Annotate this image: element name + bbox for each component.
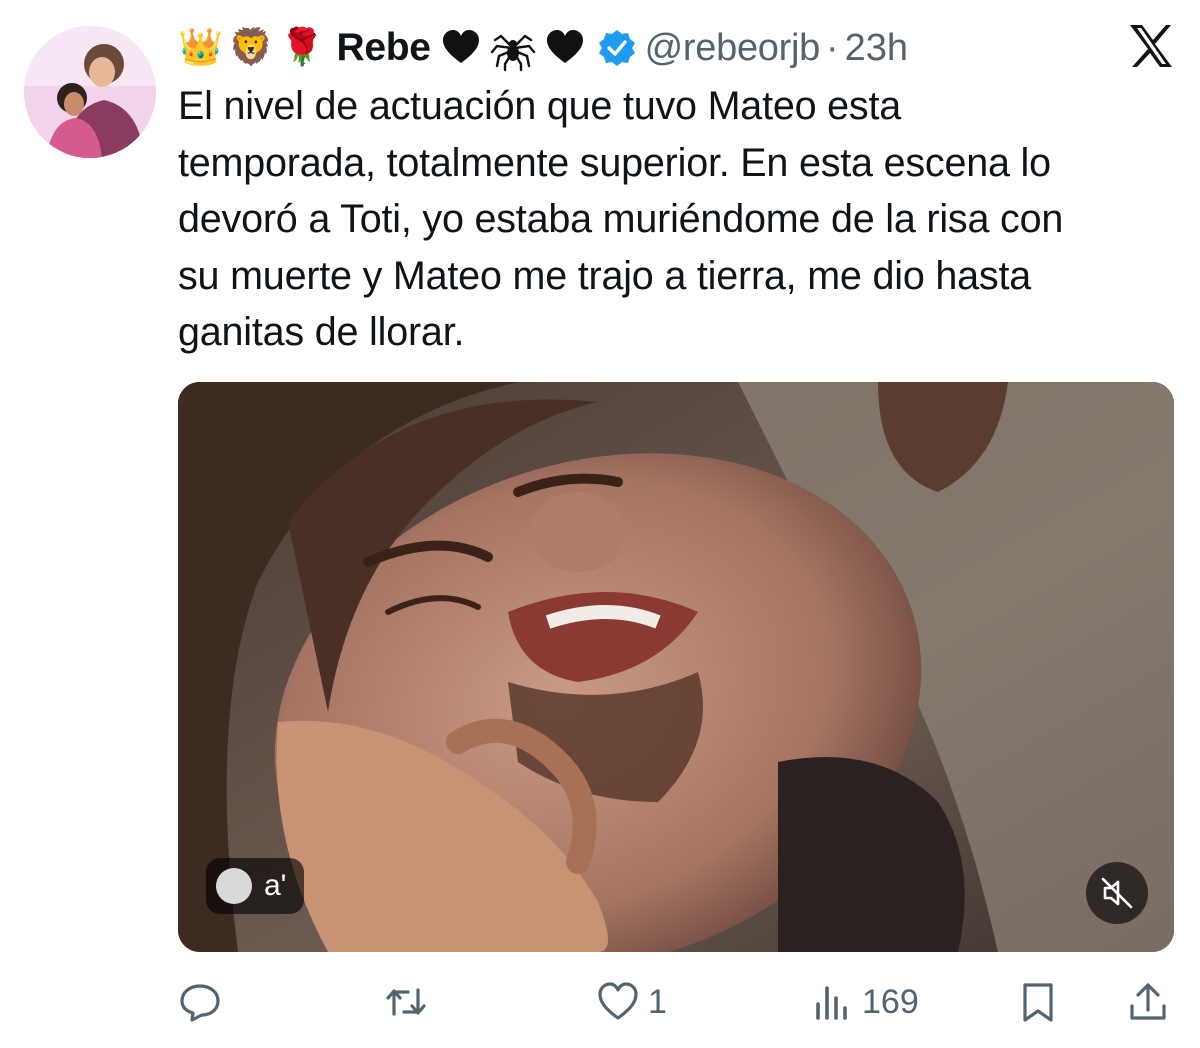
- video-source-badge[interactable]: a': [206, 858, 305, 914]
- reply-button[interactable]: [178, 974, 230, 1030]
- share-button[interactable]: [1126, 974, 1170, 1030]
- repost-icon: [386, 988, 426, 1016]
- heart-outline-icon: [598, 982, 638, 1020]
- views-icon: [816, 986, 847, 1020]
- lion-emoji: 🦁: [228, 27, 274, 68]
- like-count: 1: [648, 982, 667, 1021]
- mute-toggle-button[interactable]: [1086, 862, 1148, 924]
- reply-icon: [180, 984, 220, 1022]
- author-display-name[interactable]: Rebe: [336, 26, 430, 70]
- bookmark-button[interactable]: [1016, 974, 1060, 1030]
- video-frame: [178, 382, 1174, 952]
- speaker-muted-icon: [1101, 877, 1133, 909]
- verified-badge-icon[interactable]: [597, 28, 637, 68]
- source-label: a': [264, 869, 287, 902]
- views-count: 169: [862, 982, 919, 1021]
- x-logo-icon: [1130, 25, 1172, 67]
- tweet-timestamp[interactable]: 23h: [845, 27, 908, 70]
- tweet-header: 👑 🦁 🌹 Rebe @rebeorjb · 23h: [178, 18, 1176, 78]
- spider-icon: [490, 34, 535, 72]
- black-heart-icon: [546, 30, 583, 63]
- author-avatar[interactable]: [24, 26, 156, 158]
- views-button[interactable]: 169: [810, 974, 919, 1030]
- bookmark-icon: [1023, 983, 1053, 1022]
- crown-emoji: 👑: [178, 27, 223, 68]
- author-handle[interactable]: @rebeorjb: [645, 27, 821, 70]
- source-avatar: [216, 868, 252, 904]
- tweet-actions: 1 169: [178, 974, 1174, 1030]
- tweet-text: El nivel de actuación que tuvo Mateo est…: [178, 84, 1064, 354]
- avatar-image: [24, 26, 156, 158]
- like-button[interactable]: 1: [596, 974, 667, 1030]
- repost-button[interactable]: [384, 974, 436, 1030]
- black-heart-icon: [442, 30, 479, 63]
- tweet-media-video[interactable]: a': [178, 382, 1174, 952]
- rose-emoji: 🌹: [279, 27, 325, 68]
- separator-dot: ·: [825, 26, 839, 69]
- share-icon: [1130, 983, 1166, 1020]
